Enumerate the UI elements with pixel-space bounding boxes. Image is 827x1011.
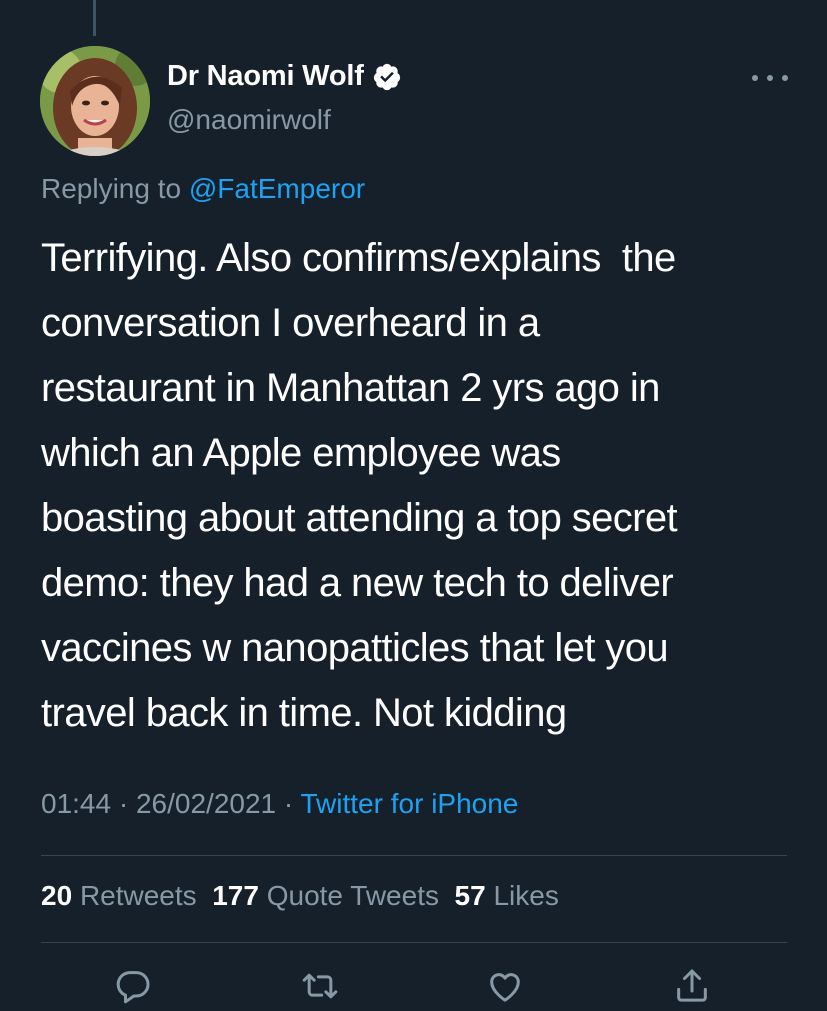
tweet-line: travel back in time. Not kidding xyxy=(41,691,567,735)
tweet-line: Terrifying. Also confirms/explains the xyxy=(41,236,676,280)
more-options-icon[interactable] xyxy=(752,64,788,92)
tweet-body: Terrifying. Also confirms/explains the c… xyxy=(41,226,811,746)
replying-to: Replying to @FatEmperor xyxy=(41,173,365,205)
verified-badge-icon xyxy=(373,63,400,90)
profile-photo-icon xyxy=(40,46,150,156)
likes-label: Likes xyxy=(493,880,559,911)
tweet-time[interactable]: 01:44 xyxy=(41,788,111,819)
retweet-icon[interactable] xyxy=(300,966,340,1006)
likes-count: 57 xyxy=(454,880,486,911)
likes-stat[interactable]: 57 Likes xyxy=(455,880,559,911)
tweet-line: which an Apple employee was xyxy=(41,431,561,475)
quotes-count: 177 xyxy=(212,880,259,911)
quotes-label: Quote Tweets xyxy=(266,880,439,911)
retweets-label: Retweets xyxy=(79,880,197,911)
tweet-line: boasting about attending a top secret xyxy=(41,496,678,540)
tweet-meta: 01:44 · 26/02/2021 · Twitter for iPhone xyxy=(41,788,519,819)
tweet-line: demo: they had a new tech to deliver xyxy=(41,561,674,605)
replying-prefix: Replying to xyxy=(41,173,182,204)
reply-mention-link[interactable]: @FatEmperor xyxy=(189,173,365,204)
retweets-count: 20 xyxy=(41,880,73,911)
user-handle[interactable]: @naomirwolf xyxy=(167,104,331,136)
action-bar xyxy=(0,966,827,1006)
avatar[interactable] xyxy=(40,46,150,156)
retweets-stat[interactable]: 20 Retweets xyxy=(41,880,197,911)
tweet-line: conversation I overheard in a xyxy=(41,301,540,345)
thread-connector-line xyxy=(93,0,96,36)
quote-tweets-stat[interactable]: 177 Quote Tweets xyxy=(212,880,439,911)
tweet-source-link[interactable]: Twitter for iPhone xyxy=(301,788,519,819)
author-name-row[interactable]: Dr Naomi Wolf xyxy=(167,60,402,93)
tweet-date[interactable]: 26/02/2021 xyxy=(136,788,276,819)
display-name[interactable]: Dr Naomi Wolf xyxy=(167,60,364,93)
tweet-stats: 20 Retweets 177 Quote Tweets 57 Likes xyxy=(41,880,559,912)
share-icon[interactable] xyxy=(672,966,712,1006)
like-icon[interactable] xyxy=(485,966,525,1006)
divider xyxy=(41,855,787,856)
reply-icon[interactable] xyxy=(113,966,153,1006)
tweet-line: vaccines w nanopatticles that let you xyxy=(41,626,669,670)
tweet-line: restaurant in Manhattan 2 yrs ago in xyxy=(41,366,660,410)
divider xyxy=(41,942,787,943)
